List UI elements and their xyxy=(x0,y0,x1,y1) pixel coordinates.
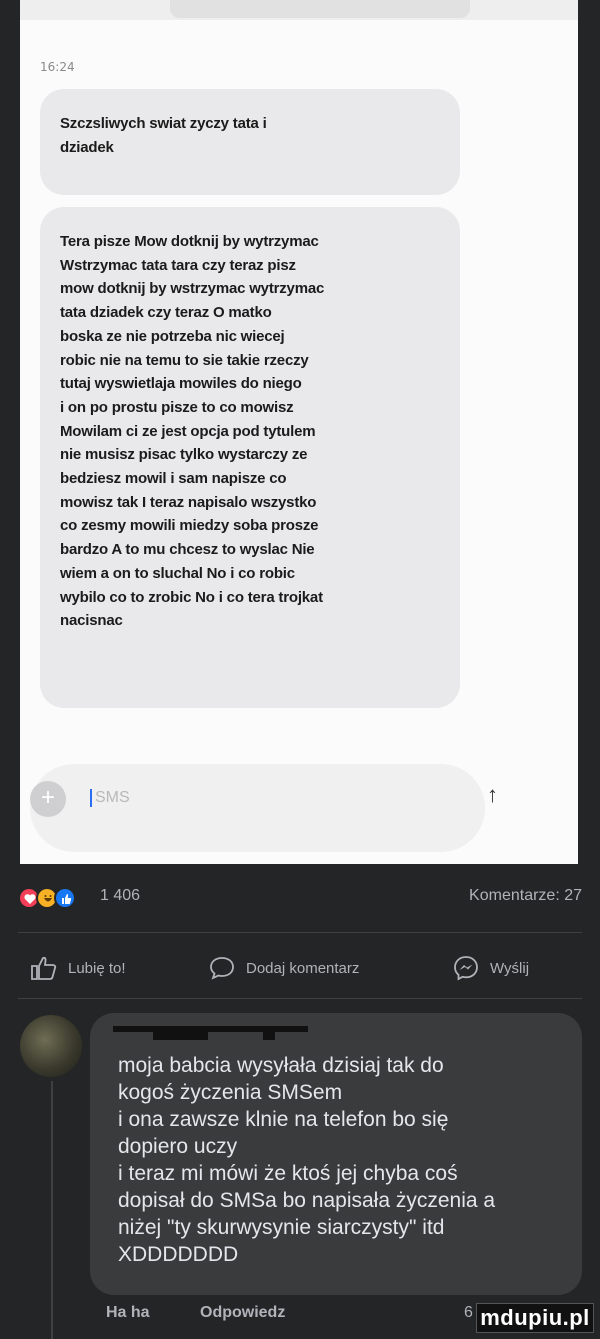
share-button[interactable]: Wyślij xyxy=(452,955,529,981)
messenger-icon xyxy=(454,956,478,981)
sms-composer[interactable] xyxy=(30,764,485,852)
comment-button[interactable]: Dodaj komentarz xyxy=(208,955,359,981)
sms-input-placeholder[interactable]: SMS xyxy=(90,789,130,807)
notch xyxy=(170,0,470,18)
arrow-up-icon[interactable]: ↑ xyxy=(487,782,498,808)
watermark: mdupiu.pl xyxy=(466,1293,600,1339)
like-button[interactable]: Lubię to! xyxy=(30,955,126,981)
thumbs-up-icon xyxy=(31,956,57,980)
sms-bubble-text: Szczsliwych swiat zyczy tata i dziadek xyxy=(60,115,267,156)
sms-bubble: Tera pisze Mow dotknij by wytrzymac Wstr… xyxy=(40,207,460,708)
comment-label: Dodaj komentarz xyxy=(246,959,360,977)
like-reaction-icon xyxy=(54,887,76,909)
reaction-count[interactable]: 1 406 xyxy=(100,887,140,905)
plus-icon[interactable]: + xyxy=(30,781,66,817)
divider xyxy=(18,998,582,999)
share-label: Wyślij xyxy=(490,959,530,977)
sms-bubble: Szczsliwych swiat zyczy tata i dziadek xyxy=(40,89,460,195)
like-label: Lubię to! xyxy=(68,959,126,977)
divider xyxy=(18,932,582,933)
reactions-summary[interactable] xyxy=(18,887,88,909)
comments-count[interactable]: Komentarze: 27 xyxy=(469,887,582,905)
message-timestamp: 16:24 xyxy=(40,60,75,74)
reply-button[interactable]: Odpowiedz xyxy=(200,1304,285,1322)
comment-text: moja babcia wysyłała dzisiaj tak do kogo… xyxy=(118,1054,496,1266)
avatar[interactable] xyxy=(20,1015,82,1077)
redacted-commenter-name xyxy=(113,1024,313,1044)
comment-bubble-icon xyxy=(210,957,234,980)
thread-line xyxy=(51,1081,53,1339)
watermark-text: mdupiu.pl xyxy=(476,1303,594,1333)
sms-bubble-text: Tera pisze Mow dotknij by wytrzymac Wstr… xyxy=(60,233,325,630)
phone-status-area xyxy=(20,0,578,20)
haha-button[interactable]: Ha ha xyxy=(106,1304,150,1322)
